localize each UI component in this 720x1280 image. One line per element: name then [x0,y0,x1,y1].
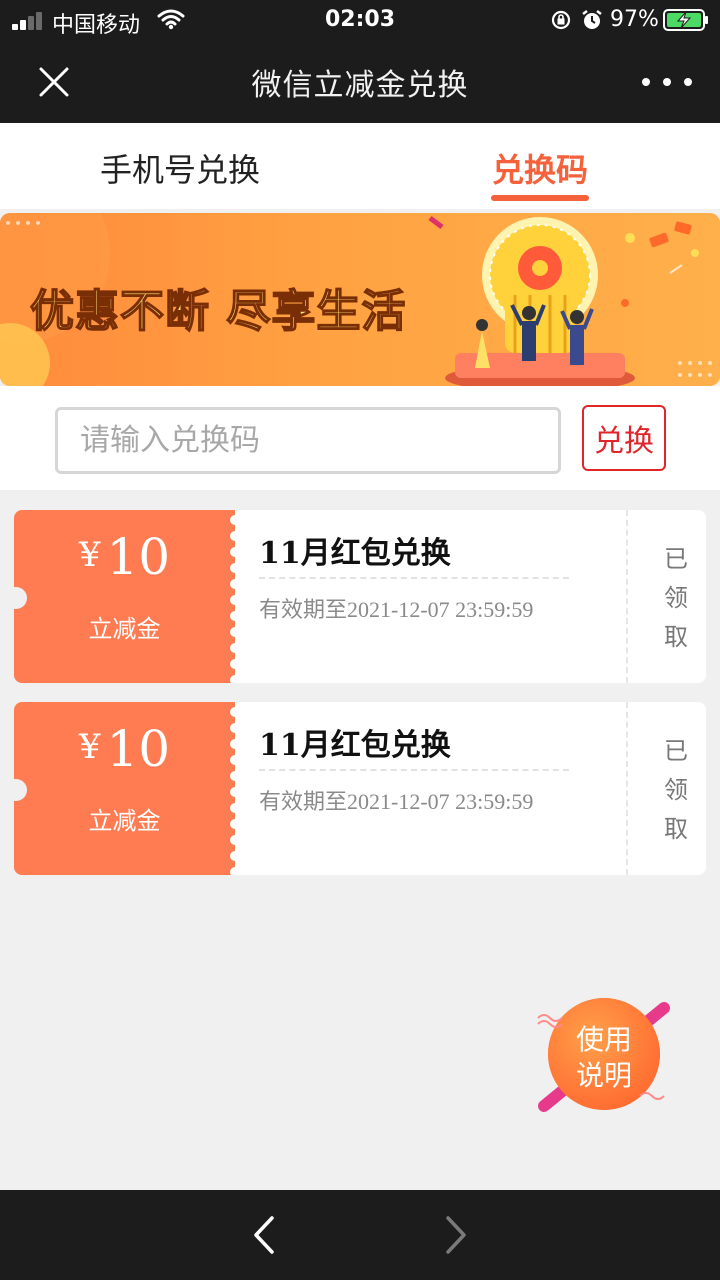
tab-phone-redeem[interactable]: 手机号兑换 [100,145,260,191]
tab-code-redeem[interactable]: 兑换码 [492,145,588,191]
promo-banner[interactable]: 优惠不断 尽享生活 [0,213,720,386]
help-label-line1: 使用 [575,1023,632,1056]
active-tab-indicator [491,195,589,201]
more-icon[interactable] [642,70,692,94]
coupon-divider [259,577,569,579]
coupon-expiry: 有效期至2021-12-07 23:59:59 [259,789,534,814]
forward-arrow-icon[interactable] [436,1212,476,1258]
coupon-status: 已领取 [664,737,688,843]
nav-bar: 微信立减金兑换 [0,40,720,123]
coupon-value-panel: ¥10 立减金 [14,702,235,875]
coupon-unit: 立减金 [88,615,161,643]
amount-value: 10 [106,528,171,586]
coupon-value-panel: ¥10 立减金 [14,510,235,683]
coupon-amount: ¥10 [14,720,235,778]
redeem-form: 兑换 [0,386,720,490]
status-bar: 中国移动 02:03 97% [0,0,720,40]
coupon-divider [259,769,569,771]
usage-instructions-button[interactable]: 使用 说明 [532,996,672,1116]
coupon-card[interactable]: ¥10 立减金 11月红包兑换 有效期至2021-12-07 23:59:59 … [14,510,706,683]
celebration-illustration [428,216,699,386]
browser-toolbar [0,1190,720,1280]
coupon-title: 11月红包兑换 [259,536,451,571]
currency-symbol: ¥ [78,535,101,575]
coupon-separator [626,510,628,683]
coupon-amount: ¥10 [14,528,235,586]
battery-charging-icon [663,9,708,31]
currency-symbol: ¥ [78,727,101,767]
redeem-button[interactable]: 兑换 [582,405,666,471]
coupon-card[interactable]: ¥10 立减金 11月红包兑换 有效期至2021-12-07 23:59:59 … [14,702,706,875]
banner-slogan: 优惠不断 尽享生活 [29,285,407,338]
help-label: 使用 说明 [562,1022,646,1094]
coupon-separator [626,702,628,875]
back-arrow-icon[interactable] [244,1212,284,1258]
coupon-expiry: 有效期至2021-12-07 23:59:59 [259,597,534,622]
redeem-code-input[interactable] [55,407,561,474]
coupon-status: 已领取 [664,545,688,651]
coupon-scallop-edge [230,515,240,683]
page-title: 微信立减金兑换 [251,68,469,103]
coupon-unit: 立减金 [88,807,161,835]
coupon-title: 11月红包兑换 [259,728,451,763]
help-label-line2: 说明 [575,1059,632,1092]
coupon-scallop-edge [230,707,240,875]
alarm-icon [582,10,602,29]
amount-value: 10 [106,720,171,778]
tab-bar: 手机号兑换 兑换码 [0,123,720,209]
battery-percent: 97% [610,7,659,32]
orientation-lock-icon [551,10,571,30]
